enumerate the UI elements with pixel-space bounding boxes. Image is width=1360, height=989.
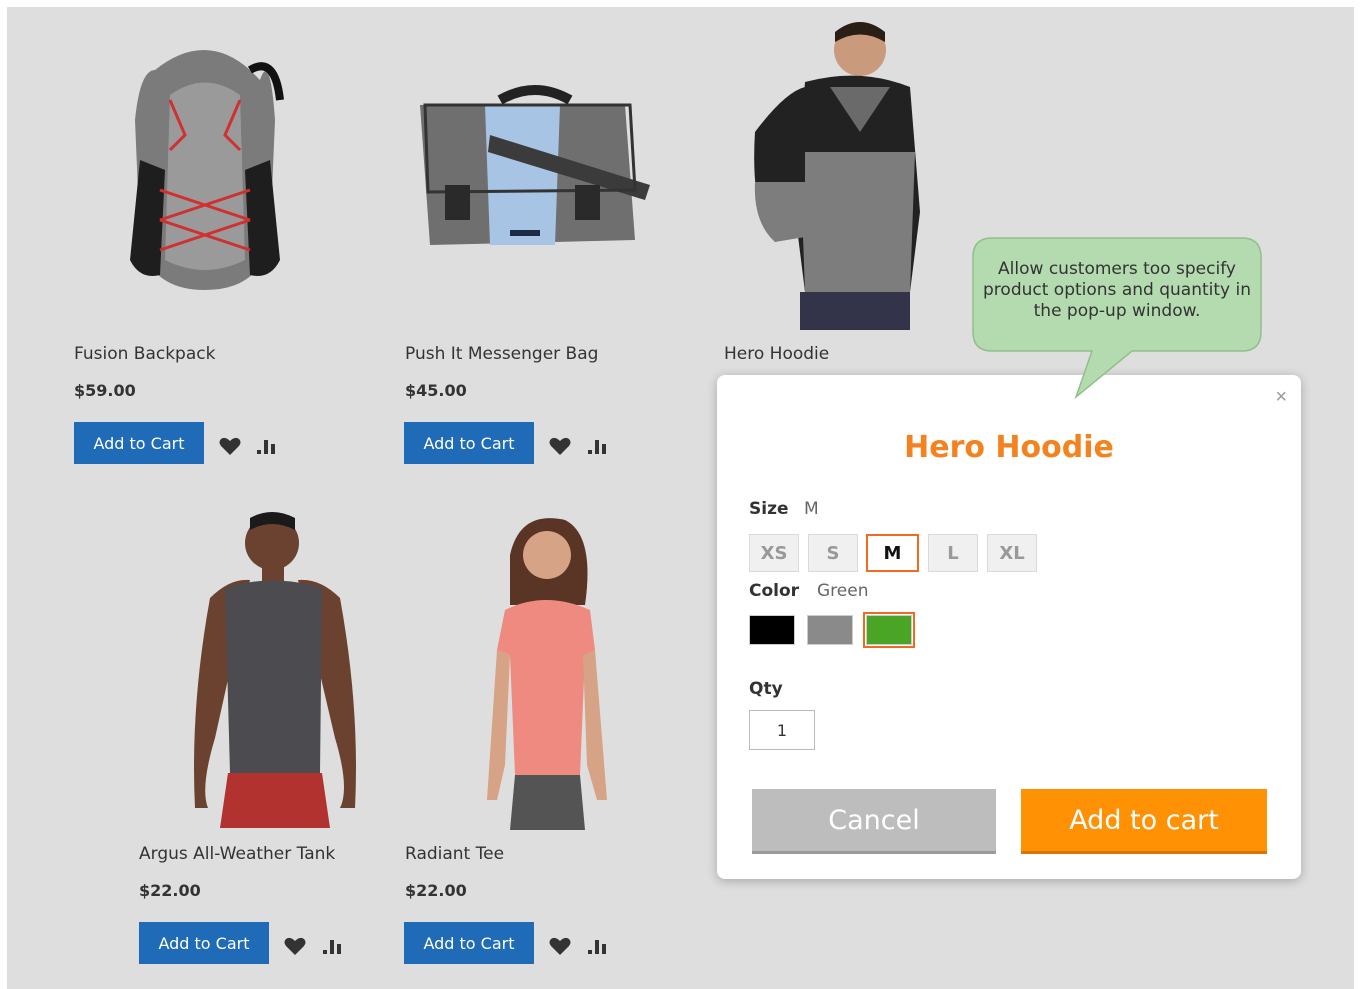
color-swatch-black[interactable] xyxy=(749,615,795,645)
cancel-button[interactable]: Cancel xyxy=(752,789,996,851)
product-name[interactable]: Push It Messenger Bag xyxy=(405,344,598,364)
compare-icon[interactable] xyxy=(586,934,610,958)
product-price: $59.00 xyxy=(74,381,136,400)
size-option-m[interactable]: M xyxy=(866,534,919,572)
heart-icon[interactable] xyxy=(218,434,242,458)
add-to-cart-button[interactable]: Add to Cart xyxy=(404,422,534,464)
product-name[interactable]: Radiant Tee xyxy=(405,844,504,864)
size-option-xl[interactable]: XL xyxy=(987,534,1037,572)
add-to-cart-submit-button[interactable]: Add to cart xyxy=(1021,789,1267,851)
radiant-tee-image[interactable] xyxy=(475,515,615,830)
qty-label: Qty xyxy=(749,679,783,699)
size-option-s[interactable]: S xyxy=(808,534,858,572)
hero-hoodie-image[interactable] xyxy=(745,12,925,330)
size-label: Size xyxy=(749,499,789,519)
add-to-cart-button[interactable]: Add to Cart xyxy=(139,922,269,964)
product-price: $45.00 xyxy=(405,381,467,400)
modal-title: Hero Hoodie xyxy=(904,430,1114,465)
product-card-fusion-backpack xyxy=(100,40,310,300)
product-price: $22.00 xyxy=(405,881,467,900)
product-price: $22.00 xyxy=(139,881,201,900)
messenger-bag-image[interactable] xyxy=(410,80,660,260)
product-card-argus-tank xyxy=(190,508,360,828)
add-to-cart-button[interactable]: Add to Cart xyxy=(74,422,204,464)
callout-text: Allow customers too specify product opti… xyxy=(983,259,1251,321)
size-option-l[interactable]: L xyxy=(928,534,978,572)
size-option-xs[interactable]: XS xyxy=(749,534,799,572)
heart-icon[interactable] xyxy=(548,934,572,958)
add-to-cart-button[interactable]: Add to Cart xyxy=(404,922,534,964)
product-card-hero-hoodie xyxy=(745,12,925,330)
product-card-messenger-bag xyxy=(410,80,660,260)
color-swatch-green[interactable] xyxy=(863,612,915,648)
close-icon[interactable]: × xyxy=(1275,387,1287,407)
quick-add-modal: × Hero Hoodie Size M XS S M L XL Color G… xyxy=(717,375,1301,879)
compare-icon[interactable] xyxy=(586,434,610,458)
compare-icon[interactable] xyxy=(321,934,345,958)
heart-icon[interactable] xyxy=(283,934,307,958)
product-name[interactable]: Fusion Backpack xyxy=(74,344,215,364)
color-swatch-gray[interactable] xyxy=(807,615,853,645)
color-label: Color xyxy=(749,581,800,601)
product-card-radiant-tee xyxy=(475,515,615,830)
argus-tank-image[interactable] xyxy=(190,508,360,828)
heart-icon[interactable] xyxy=(548,434,572,458)
color-selected-value: Green xyxy=(817,581,869,601)
product-name[interactable]: Argus All-Weather Tank xyxy=(139,844,335,864)
compare-icon[interactable] xyxy=(255,434,279,458)
product-name[interactable]: Hero Hoodie xyxy=(724,344,829,364)
qty-input[interactable] xyxy=(749,710,815,750)
size-selected-value: M xyxy=(804,499,819,519)
fusion-backpack-image[interactable] xyxy=(100,40,310,300)
callout-bubble: Allow customers too specify product opti… xyxy=(972,237,1262,402)
